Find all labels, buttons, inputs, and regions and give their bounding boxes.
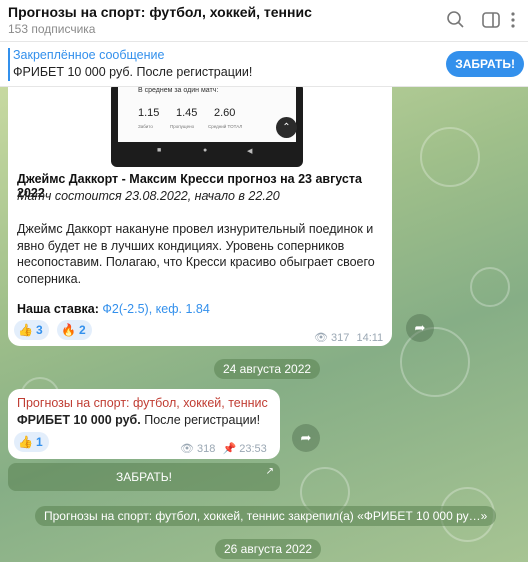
message-time: 23:53 <box>239 443 267 455</box>
wallpaper-doodle <box>470 267 510 307</box>
thumbs-up-icon: 👍 <box>18 323 33 337</box>
pinned-message-bar[interactable]: Закреплённое сообщение ФРИБЕТ 10 000 руб… <box>0 42 528 87</box>
message-subtitle: Матч состоится 23.08.2022, начало в 22.2… <box>17 189 280 203</box>
more-vertical-icon[interactable] <box>506 9 520 31</box>
eye-icon: 👁 <box>314 332 328 344</box>
phone-screen: В среднем за один матч: 1.15 1.45 2.60 З… <box>118 87 297 142</box>
stats-value: 2.60 <box>214 107 236 119</box>
stats-value: 1.45 <box>176 107 198 119</box>
date-separator: 24 августа 2022 <box>214 359 321 379</box>
reaction-count: 3 <box>35 323 43 337</box>
nav-back-icon: ◀ <box>247 148 253 155</box>
subscriber-count: 153 подписчика <box>8 22 96 36</box>
message-text: ФРИБЕТ 10 000 руб. После регистрации! <box>17 413 260 427</box>
message-bubble: Прогнозы на спорт: футбол, хоккей, тенни… <box>8 389 280 459</box>
view-count: 318 <box>197 443 216 455</box>
message-text-rest: После регистрации! <box>140 413 261 427</box>
pin-service-message[interactable]: Прогнозы на спорт: футбол, хоккей, тенни… <box>35 506 497 526</box>
message-bubble: В среднем за один матч: 1.15 1.45 2.60 З… <box>8 87 392 346</box>
pinned-indicator <box>8 48 10 81</box>
bet-value: Ф2(-2.5), кеф. 1.84 <box>102 302 210 316</box>
pinned-title: Закреплённое сообщение <box>13 48 165 62</box>
pin-icon: 📌 <box>222 443 237 455</box>
message-image[interactable]: В среднем за один матч: 1.15 1.45 2.60 З… <box>8 87 392 167</box>
eye-icon: 👁 <box>180 443 194 455</box>
share-button[interactable]: ➦ <box>292 424 320 452</box>
wallpaper-doodle <box>420 127 480 187</box>
pinned-claim-button[interactable]: ЗАБРАТЬ! <box>446 51 524 77</box>
share-button[interactable]: ➦ <box>406 314 434 342</box>
reaction-count: 1 <box>35 435 43 449</box>
phone-screenshot: В среднем за один матч: 1.15 1.45 2.60 З… <box>111 87 303 167</box>
reaction-thumbs-up[interactable]: 👍 3 <box>14 320 49 340</box>
thumbs-up-icon: 👍 <box>18 435 33 449</box>
share-arrow-icon: ➦ <box>300 430 312 445</box>
message-time: 14:11 <box>356 332 384 344</box>
date-separator: 26 августа 2022 <box>215 539 322 559</box>
search-icon[interactable] <box>445 9 467 31</box>
bet-line: Наша ставка: Ф2(-2.5), кеф. 1.84 <box>17 302 210 316</box>
stats-label: Средний ТОТАЛ <box>208 124 243 129</box>
bet-label: Наша ставка: <box>17 302 99 316</box>
fire-icon: 🔥 <box>61 323 76 337</box>
reaction-count: 2 <box>78 323 86 337</box>
inline-claim-button[interactable]: ЗАБРАТЬ! ↗ <box>8 463 280 491</box>
stats-heading: В среднем за один матч: <box>138 87 219 94</box>
channel-title[interactable]: Прогнозы на спорт: футбол, хоккей, тенни… <box>8 4 312 20</box>
message-meta: 👁 317 14:11 <box>314 331 383 344</box>
message-body: Джеймс Даккорт накануне провел изнурител… <box>17 222 375 286</box>
stats-label: Забито <box>138 124 153 129</box>
chevron-up-icon: ⌃ <box>276 117 297 138</box>
stats-label: Пропущено <box>170 124 195 129</box>
reaction-fire[interactable]: 🔥 2 <box>57 320 92 340</box>
stats-value: 1.15 <box>138 107 160 119</box>
message-meta: 👁 318 📌 23:53 <box>180 442 267 455</box>
chat-header: Прогнозы на спорт: футбол, хоккей, тенни… <box>0 0 528 42</box>
message-author[interactable]: Прогнозы на спорт: футбол, хоккей, тенни… <box>17 396 268 410</box>
message-text-bold: ФРИБЕТ 10 000 руб. <box>17 413 141 427</box>
external-link-icon: ↗ <box>265 466 274 477</box>
nav-square-icon: ■ <box>157 147 162 154</box>
reaction-thumbs-up[interactable]: 👍 1 <box>14 432 49 452</box>
inline-button-label: ЗАБРАТЬ! <box>116 470 172 484</box>
share-arrow-icon: ➦ <box>414 320 426 335</box>
nav-circle-icon: ● <box>203 147 208 154</box>
pinned-text: ФРИБЕТ 10 000 руб. После регистрации! <box>13 65 253 79</box>
sidebar-toggle-icon[interactable] <box>480 9 502 31</box>
view-count: 317 <box>331 332 350 344</box>
